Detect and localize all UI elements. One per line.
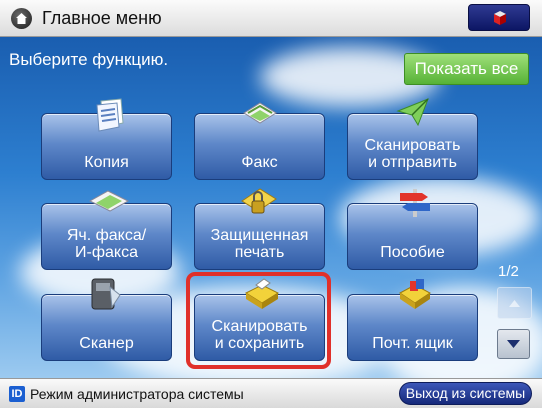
up-arrow-icon (509, 300, 520, 307)
main-menu-area: Выберите функцию. Показать все Копия Фак… (0, 37, 542, 378)
id-icon: ID (9, 386, 25, 402)
copy-icon (96, 98, 124, 132)
scroll-up-button[interactable] (497, 287, 532, 319)
scanner-icon (91, 278, 121, 310)
fax-label: Факс (241, 154, 278, 171)
scan-send-icon (396, 98, 429, 127)
status-bar: ID Режим администратора системы Выход из… (0, 378, 542, 408)
page-indicator: 1/2 (498, 263, 519, 280)
show-all-button[interactable]: Показать все (404, 53, 529, 85)
logout-button[interactable]: Выход из системы (399, 382, 532, 405)
guide-label: Пособие (380, 244, 445, 261)
down-arrow-icon (507, 340, 520, 348)
scanner-label: Сканер (79, 335, 134, 352)
fax-inbox-label: Яч. факса/ И-факса (66, 227, 147, 261)
cube-icon (494, 11, 506, 25)
guide-icon (400, 189, 430, 217)
admin-mode-text: Режим администратора системы (30, 386, 244, 402)
scan-send-label: Сканировать и отправить (364, 137, 461, 171)
mailbox-label: Почт. ящик (372, 335, 453, 352)
secure-print-icon (241, 188, 277, 214)
fax-inbox-icon (88, 190, 130, 212)
home-icon (11, 8, 32, 29)
instruction-text: Выберите функцию. (9, 50, 169, 69)
page-title: Главное меню (42, 8, 162, 28)
scroll-down-button[interactable] (497, 329, 530, 359)
fax-icon (243, 102, 277, 124)
copy-label: Копия (84, 154, 129, 171)
selected-highlight (186, 272, 331, 369)
title-bar: Главное меню (0, 0, 542, 37)
secure-print-label: Защищенная печать (210, 227, 309, 261)
mailbox-icon (399, 279, 431, 309)
top-right-button[interactable] (468, 4, 530, 31)
